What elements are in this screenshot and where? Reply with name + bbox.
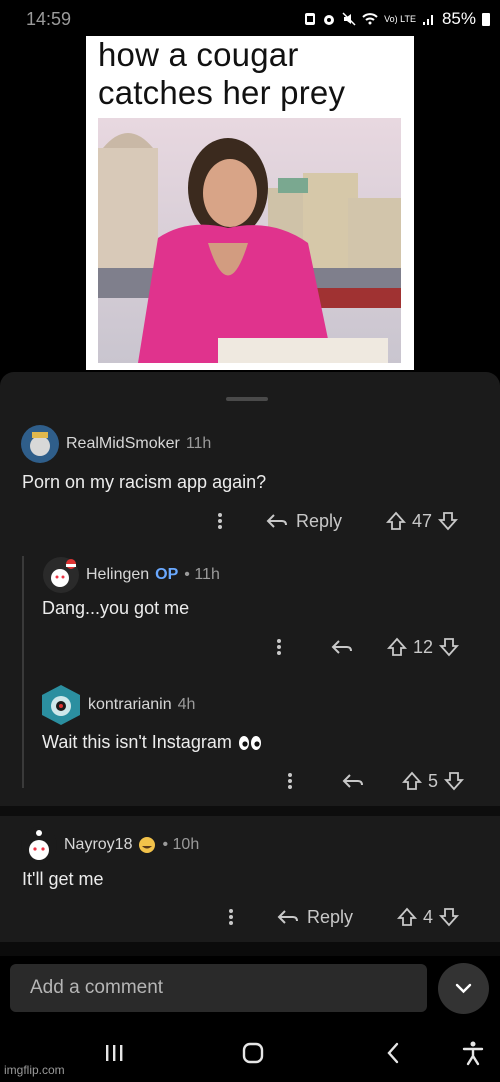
network-label: Vo) LTE <box>384 14 416 24</box>
notification-icon <box>305 13 316 25</box>
upvote-icon[interactable] <box>397 907 418 927</box>
accessibility-icon[interactable] <box>458 1038 488 1068</box>
eyes-emoji-icon <box>238 735 261 750</box>
vote-count: 12 <box>413 636 434 657</box>
status-icons: Vo) LTE 85% <box>304 9 490 29</box>
post-image[interactable]: how a cougar catches her prey <box>86 36 414 370</box>
recent-apps-icon[interactable] <box>99 1038 129 1068</box>
reply-button[interactable]: Reply <box>296 511 342 532</box>
vote-count: 5 <box>428 770 439 791</box>
downvote-icon[interactable] <box>439 637 460 657</box>
comment-input[interactable] <box>10 964 427 1012</box>
signal-icon <box>422 15 433 25</box>
comment-actions: 5 <box>282 770 465 792</box>
comment-author[interactable]: RealMidSmoker <box>66 435 180 453</box>
status-bar: 14:59 Vo) LTE 85% <box>0 0 500 36</box>
reply-icon[interactable] <box>266 511 288 531</box>
comment-body: Wait this isn't Instagram <box>42 732 262 753</box>
comment-actions: Reply 47 <box>212 510 459 532</box>
vote-count: 4 <box>423 906 434 927</box>
downvote-icon[interactable] <box>439 907 460 927</box>
wifi-icon <box>362 13 378 25</box>
comment-author[interactable]: Helingen <box>86 566 149 584</box>
reply-button[interactable]: Reply <box>307 907 353 928</box>
comment-time: • 11h <box>184 566 220 583</box>
reply-icon[interactable] <box>342 771 364 791</box>
upvote-icon[interactable] <box>386 511 407 531</box>
comment-divider <box>0 806 500 816</box>
comment-header: Helingen OP • 11h <box>42 556 220 594</box>
mute-icon <box>342 12 356 26</box>
laughing-emoji-icon <box>139 837 156 853</box>
system-navbar <box>0 1022 500 1082</box>
watermark: imgflip.com <box>4 1063 65 1077</box>
downvote-icon[interactable] <box>444 771 465 791</box>
downvote-icon[interactable] <box>438 511 459 531</box>
avatar[interactable] <box>20 424 60 464</box>
alarm-icon <box>324 15 335 25</box>
battery-icon <box>482 12 490 26</box>
comment-text: Dang...you got me <box>42 598 190 618</box>
comment-text: Porn on my racism app again? <box>22 472 267 492</box>
status-time: 14:59 <box>26 9 72 29</box>
avatar[interactable] <box>42 556 80 594</box>
battery-level: 85% <box>441 9 476 28</box>
reply-icon[interactable] <box>331 637 353 657</box>
post-caption: how a cougar catches her prey <box>98 36 346 111</box>
vote-count: 47 <box>412 510 433 531</box>
more-options-icon[interactable] <box>282 770 298 792</box>
more-options-icon[interactable] <box>271 636 287 658</box>
composer-divider <box>0 942 500 956</box>
upvote-icon[interactable] <box>387 637 407 657</box>
comment-header: Nayroy18 • 10h <box>20 826 199 864</box>
avatar[interactable] <box>40 684 82 726</box>
sheet-drag-handle[interactable] <box>226 397 268 401</box>
comment-time: 4h <box>177 696 196 713</box>
thread-line[interactable] <box>22 556 24 788</box>
upvote-icon[interactable] <box>402 771 422 791</box>
comment-actions: Reply 4 <box>223 906 460 928</box>
more-options-icon[interactable] <box>223 906 239 928</box>
comment-header: RealMidSmoker 11h <box>20 424 211 464</box>
op-badge: OP <box>155 566 179 583</box>
comment-text: Wait this isn't Instagram <box>42 732 232 752</box>
comment-author[interactable]: kontrarianin <box>88 696 172 714</box>
comment-time: 11h <box>185 435 212 452</box>
back-icon[interactable] <box>379 1038 409 1068</box>
collapse-button[interactable] <box>438 963 489 1014</box>
chevron-down-icon <box>455 983 472 994</box>
reply-icon[interactable] <box>277 907 299 927</box>
home-icon[interactable] <box>238 1038 268 1068</box>
more-options-icon[interactable] <box>212 510 228 532</box>
post-photo <box>98 118 401 363</box>
comment-composer[interactable] <box>10 964 427 1012</box>
avatar[interactable] <box>20 826 58 864</box>
comment-time: • 10h <box>162 836 200 853</box>
comment-author[interactable]: Nayroy18 <box>64 836 132 854</box>
comment-text: It'll get me <box>22 869 104 889</box>
comment-header: kontrarianin 4h <box>40 684 195 726</box>
comment-actions: 12 <box>271 636 460 658</box>
